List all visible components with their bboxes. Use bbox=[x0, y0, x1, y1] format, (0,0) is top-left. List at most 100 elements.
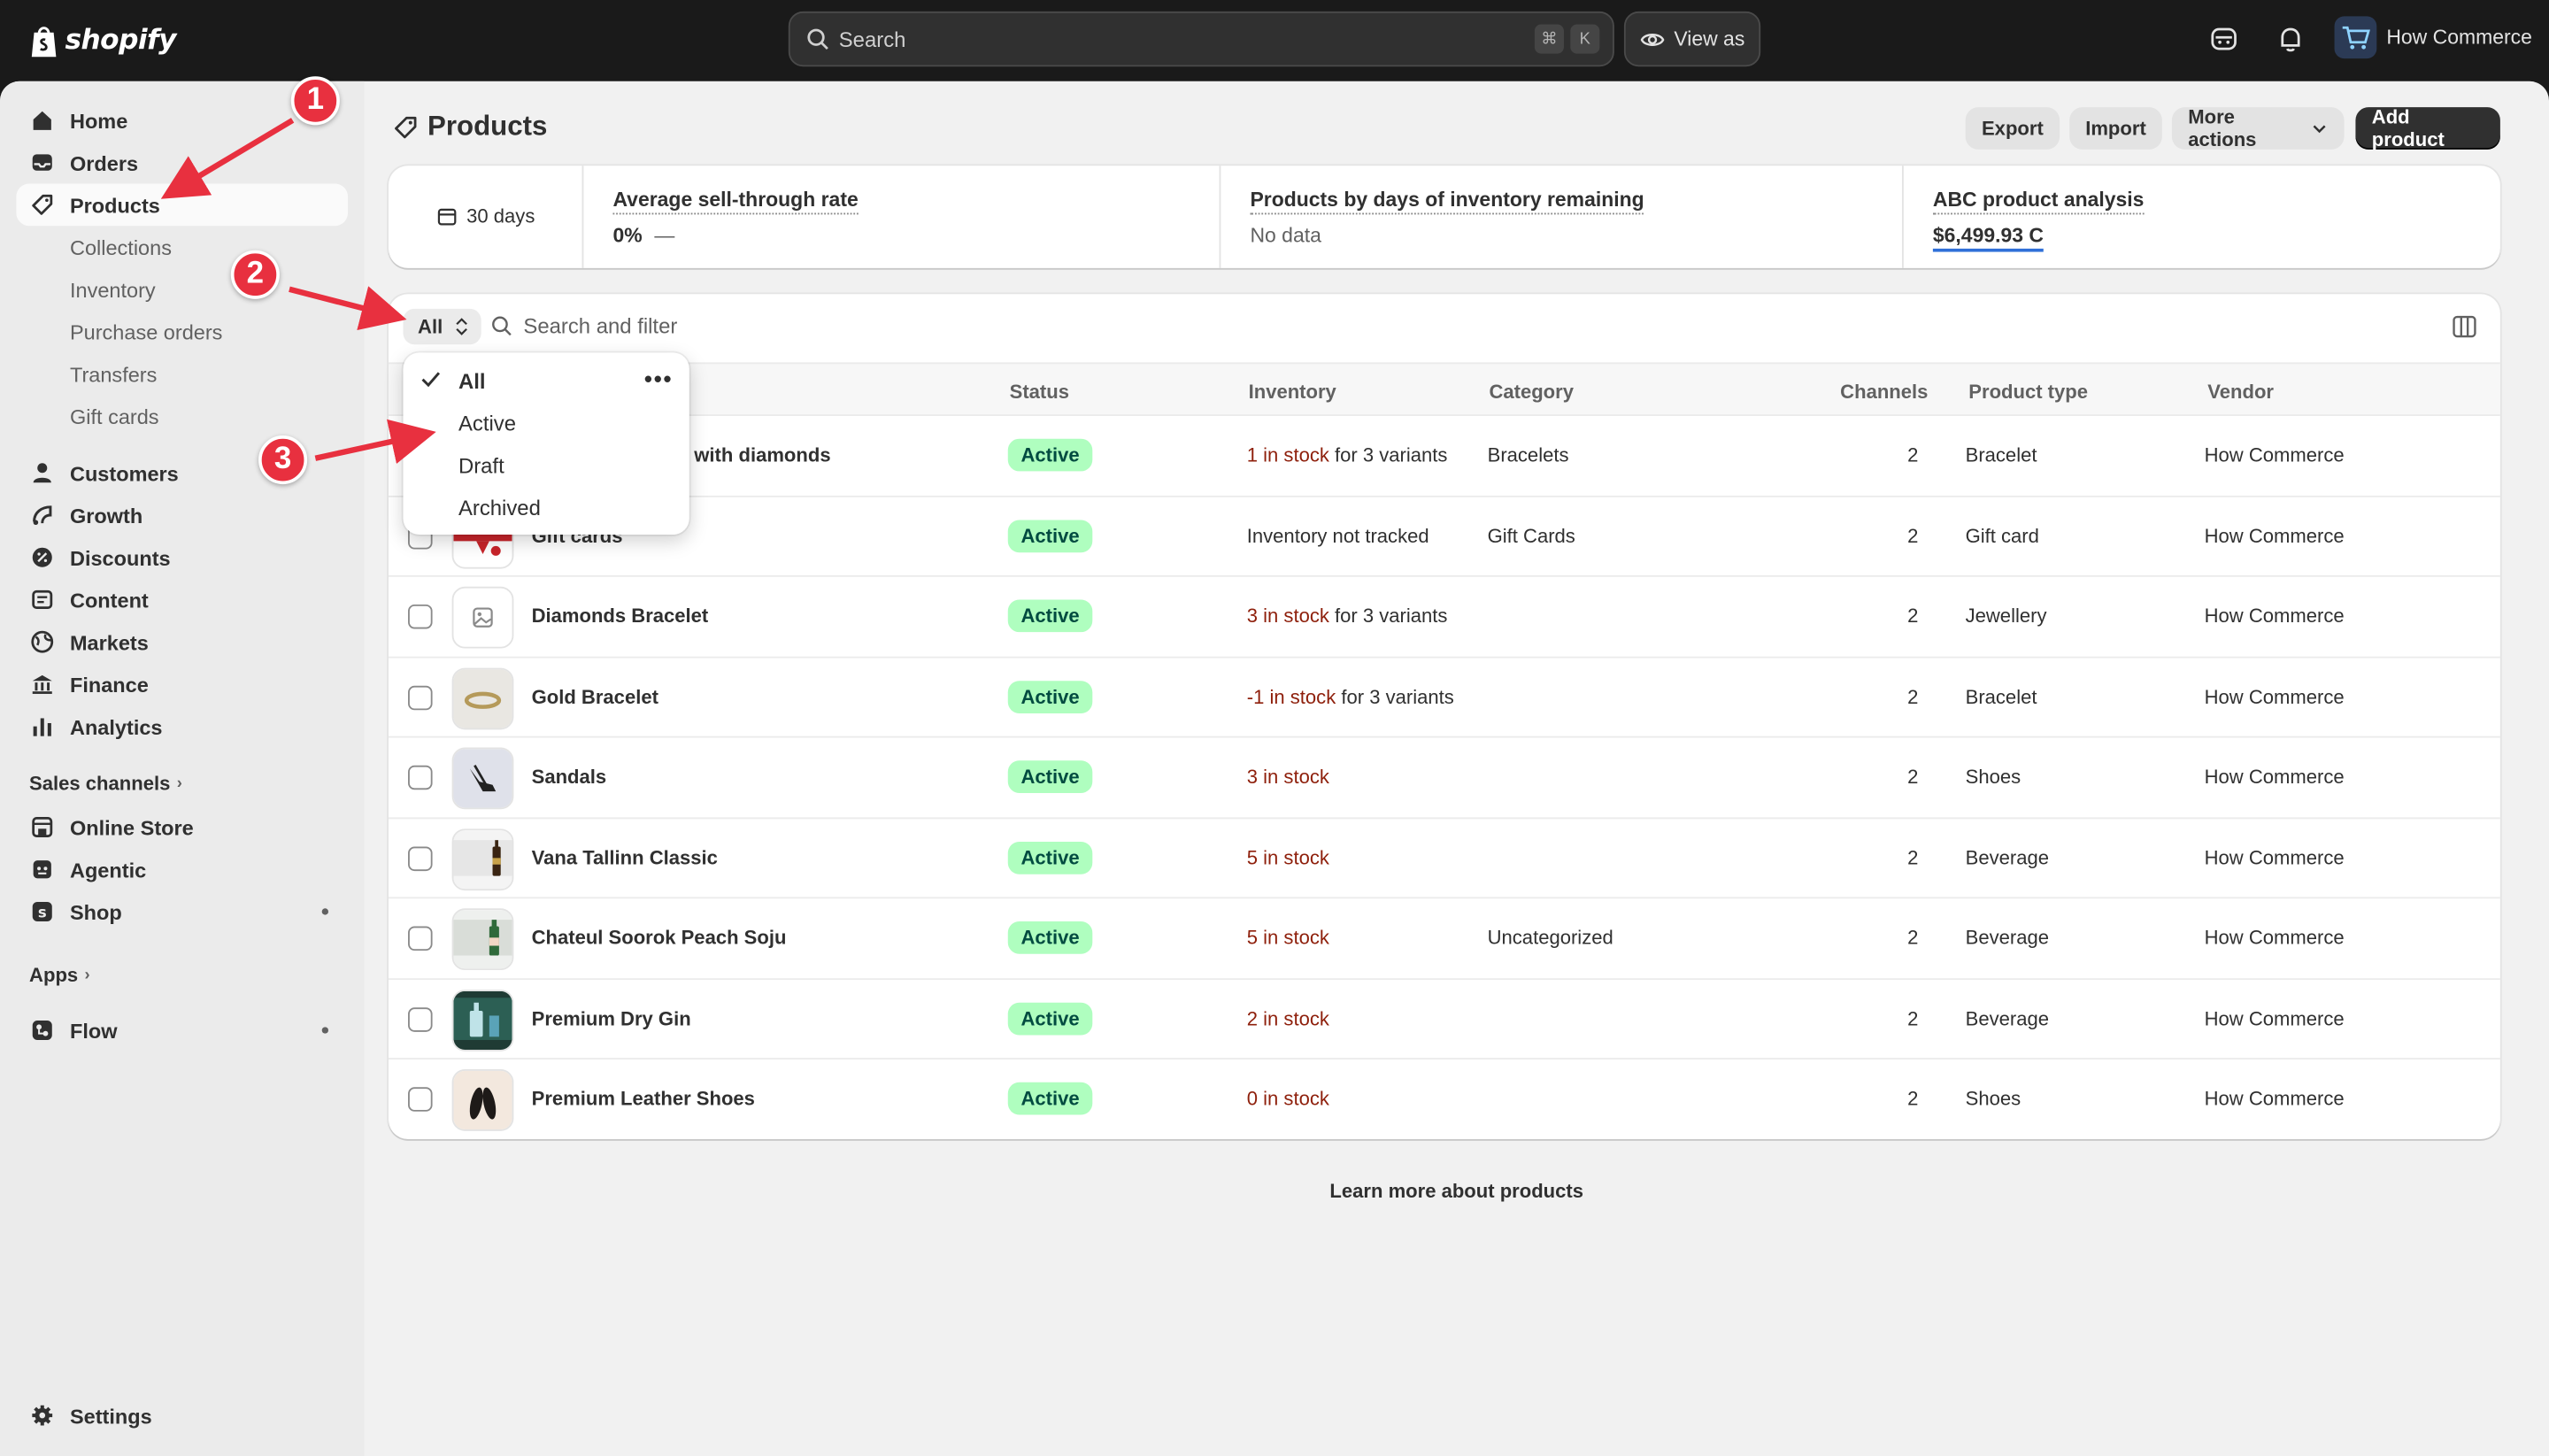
nav-shop[interactable]: s Shop bbox=[16, 890, 348, 933]
view-tab-label: All bbox=[418, 315, 443, 338]
more-horizontal-icon[interactable]: ••• bbox=[644, 366, 674, 391]
nav-products[interactable]: Products bbox=[16, 183, 349, 227]
bell-icon[interactable] bbox=[2276, 25, 2305, 54]
row-checkbox[interactable] bbox=[408, 604, 433, 629]
status-badge: Active bbox=[1007, 760, 1093, 793]
search-and-filter-input[interactable]: Search and filter bbox=[491, 313, 678, 338]
table-row[interactable]: Premium Leather Shoes Active 0 in stock … bbox=[389, 1059, 2500, 1139]
export-button[interactable]: Export bbox=[1965, 107, 2060, 150]
nav-inventory-label: Inventory bbox=[69, 277, 156, 302]
nav-content[interactable]: Content bbox=[16, 579, 348, 621]
nav-finance[interactable]: Finance bbox=[16, 663, 348, 705]
agentic-icon bbox=[29, 857, 55, 882]
table-row[interactable]: Diamonds Bracelet Active 3 in stock for … bbox=[388, 577, 2500, 658]
product-name[interactable]: with diamonds bbox=[694, 443, 830, 466]
product-name[interactable]: Gold Bracelet bbox=[532, 685, 658, 708]
nav-discounts[interactable]: Discounts bbox=[16, 536, 348, 579]
header-product-type[interactable]: Product type bbox=[1968, 381, 2088, 404]
shortcut-key-k: K bbox=[1570, 24, 1600, 54]
store-menu[interactable]: How Commerce bbox=[2334, 16, 2532, 59]
dropdown-option-active[interactable]: Active bbox=[458, 411, 516, 435]
row-checkbox[interactable] bbox=[408, 684, 433, 710]
row-checkbox[interactable] bbox=[408, 926, 433, 951]
product-name[interactable]: Vana Tallinn Classic bbox=[532, 846, 718, 869]
more-actions-button[interactable]: More actions bbox=[2171, 105, 2345, 151]
table-row[interactable]: Premium Dry Gin Active 2 in stock 2 Beve… bbox=[388, 979, 2500, 1060]
vendor-cell: How Commerce bbox=[2204, 524, 2345, 547]
date-range-button[interactable]: 30 days bbox=[437, 204, 535, 227]
vendor-cell: How Commerce bbox=[2204, 765, 2345, 789]
dropdown-option-draft[interactable]: Draft bbox=[458, 453, 504, 478]
product-name[interactable]: Premium Leather Shoes bbox=[532, 1087, 755, 1110]
shop-icon: s bbox=[29, 898, 55, 924]
view-as-button[interactable]: View as bbox=[1623, 11, 1761, 67]
abc-analysis-value[interactable]: $6,499.93 C bbox=[1932, 224, 2044, 252]
table-row[interactable]: Gold Bracelet Active -1 in stock for 3 v… bbox=[388, 658, 2500, 738]
channels-cell: 2 bbox=[1907, 684, 1919, 708]
row-checkbox[interactable] bbox=[408, 1006, 433, 1031]
sell-through-title[interactable]: Average sell-through rate bbox=[612, 189, 859, 215]
dropdown-option-archived[interactable]: Archived bbox=[458, 496, 541, 520]
global-search-input[interactable]: Search ⌘ K bbox=[788, 11, 1614, 67]
header-channels[interactable]: Channels bbox=[1840, 381, 1928, 404]
inventory-count[interactable]: 3 in stock bbox=[1247, 766, 1329, 789]
table-row[interactable]: Sandals Active 3 in stock 2 Shoes How Co… bbox=[388, 738, 2500, 819]
nav-markets[interactable]: Markets bbox=[16, 620, 348, 663]
inventory-cell: 1 in stock for 3 variants bbox=[1247, 443, 1448, 466]
inventory-count[interactable]: 2 in stock bbox=[1247, 1006, 1329, 1029]
product-name[interactable]: Premium Dry Gin bbox=[532, 1006, 691, 1029]
nav-collections[interactable]: Collections bbox=[16, 226, 348, 268]
nav-orders[interactable]: Orders bbox=[16, 142, 348, 184]
nav-inventory[interactable]: Inventory bbox=[16, 268, 348, 311]
nav-gift-cards[interactable]: Gift cards bbox=[16, 395, 348, 437]
table-row[interactable]: with diamonds Active 1 in stock for 3 va… bbox=[388, 416, 2500, 497]
abc-analysis-title[interactable]: ABC product analysis bbox=[1932, 189, 2145, 215]
import-button[interactable]: Import bbox=[2069, 107, 2162, 150]
view-tab-all[interactable]: All bbox=[403, 308, 481, 345]
columns-icon[interactable] bbox=[2452, 313, 2477, 339]
apps-heading[interactable]: Apps › bbox=[29, 964, 90, 987]
nav-agentic[interactable]: Agentic bbox=[16, 848, 348, 890]
row-checkbox[interactable] bbox=[408, 1087, 433, 1112]
inventory-count[interactable]: 5 in stock bbox=[1247, 926, 1329, 949]
product-name[interactable]: Diamonds Bracelet bbox=[532, 605, 709, 628]
search-and-filter-placeholder: Search and filter bbox=[523, 313, 678, 338]
vendor-cell: How Commerce bbox=[2204, 926, 2345, 950]
nav-flow[interactable]: Flow bbox=[16, 1009, 348, 1052]
header-inventory[interactable]: Inventory bbox=[1249, 381, 1336, 404]
svg-text:s: s bbox=[38, 904, 47, 921]
shopify-logo[interactable]: shopify bbox=[29, 19, 176, 62]
header-vendor[interactable]: Vendor bbox=[2207, 381, 2274, 404]
inventory-count[interactable]: 0 in stock bbox=[1247, 1087, 1329, 1110]
inventory-count[interactable]: 3 in stock bbox=[1247, 605, 1329, 628]
nav-purchase-orders[interactable]: Purchase orders bbox=[16, 311, 348, 353]
inventory-count[interactable]: -1 in stock bbox=[1247, 685, 1336, 708]
header-status[interactable]: Status bbox=[1010, 381, 1069, 404]
product-name[interactable]: Sandals bbox=[532, 766, 607, 789]
inventory-count[interactable]: 5 in stock bbox=[1247, 846, 1329, 869]
inventory-count[interactable]: 1 in stock bbox=[1247, 443, 1329, 466]
nav-analytics[interactable]: Analytics bbox=[16, 705, 348, 748]
filter-bar: All Search and filter bbox=[389, 294, 2500, 358]
row-checkbox[interactable] bbox=[408, 845, 433, 871]
vendor-cell: How Commerce bbox=[2204, 845, 2345, 869]
table-row[interactable]: Chateul Soorok Peach Soju Active 5 in st… bbox=[388, 898, 2500, 980]
sidekick-icon[interactable] bbox=[2209, 25, 2238, 54]
product-name[interactable]: Chateul Soorok Peach Soju bbox=[532, 926, 787, 949]
sales-channels-heading[interactable]: Sales channels › bbox=[29, 772, 182, 795]
nav-settings[interactable]: Settings bbox=[16, 1394, 348, 1437]
learn-more-link[interactable]: Learn more about products bbox=[364, 1180, 2549, 1203]
nav-transfers[interactable]: Transfers bbox=[16, 352, 348, 395]
table-row[interactable]: Vana Tallinn Classic Active 5 in stock 2… bbox=[388, 818, 2500, 899]
main-content: Products Export Import More actions Add … bbox=[364, 81, 2549, 1456]
add-product-button[interactable]: Add product bbox=[2355, 105, 2500, 151]
person-icon bbox=[29, 460, 55, 486]
dropdown-option-all[interactable]: All bbox=[458, 369, 486, 394]
table-row[interactable]: Gift cards Active Inventory not tracked … bbox=[388, 497, 2500, 577]
header-category[interactable]: Category bbox=[1489, 381, 1574, 404]
category-cell: Gift Cards bbox=[1487, 524, 1575, 547]
row-checkbox[interactable] bbox=[408, 765, 433, 790]
nav-growth[interactable]: Growth bbox=[16, 494, 348, 536]
nav-online-store[interactable]: Online Store bbox=[16, 806, 348, 849]
days-inventory-title[interactable]: Products by days of inventory remaining bbox=[1250, 189, 1644, 215]
